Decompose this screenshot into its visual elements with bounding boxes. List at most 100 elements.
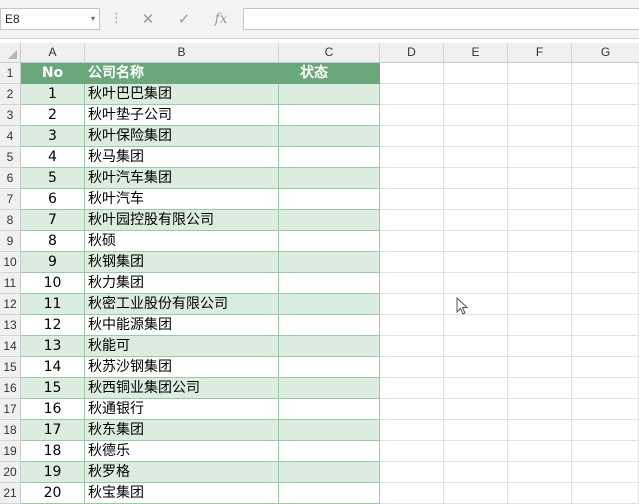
row-header[interactable]: 1: [0, 63, 21, 84]
empty-cell[interactable]: [380, 420, 444, 441]
empty-cell[interactable]: [380, 189, 444, 210]
row-header[interactable]: 21: [0, 483, 21, 504]
empty-cell[interactable]: [508, 105, 572, 126]
row-header[interactable]: 8: [0, 210, 21, 231]
cell-company[interactable]: 秋能可: [85, 336, 279, 357]
empty-cell[interactable]: [380, 105, 444, 126]
row-header[interactable]: 19: [0, 441, 21, 462]
empty-cell[interactable]: [572, 231, 639, 252]
cell-company[interactable]: 秋叶巴巴集团: [85, 84, 279, 105]
chevron-down-icon[interactable]: ▾: [91, 9, 95, 29]
cell-no[interactable]: 5: [21, 168, 85, 189]
empty-cell[interactable]: [572, 189, 639, 210]
cell-status[interactable]: [279, 294, 380, 315]
empty-cell[interactable]: [380, 357, 444, 378]
cell-company[interactable]: 秋苏沙钢集团: [85, 357, 279, 378]
empty-cell[interactable]: [380, 147, 444, 168]
empty-cell[interactable]: [508, 420, 572, 441]
empty-cell[interactable]: [380, 336, 444, 357]
empty-cell[interactable]: [444, 336, 508, 357]
row-header[interactable]: 11: [0, 273, 21, 294]
empty-cell[interactable]: [508, 399, 572, 420]
empty-cell[interactable]: [508, 252, 572, 273]
empty-cell[interactable]: [572, 126, 639, 147]
row-header[interactable]: 17: [0, 399, 21, 420]
empty-cell[interactable]: [380, 399, 444, 420]
enter-icon[interactable]: ✓: [171, 9, 197, 29]
cell-no[interactable]: 9: [21, 252, 85, 273]
empty-cell[interactable]: [380, 168, 444, 189]
empty-cell[interactable]: [508, 483, 572, 504]
insert-function-icon[interactable]: fx: [208, 9, 234, 29]
empty-cell[interactable]: [508, 336, 572, 357]
cell-company[interactable]: 秋东集团: [85, 420, 279, 441]
column-header-e[interactable]: E: [444, 43, 508, 62]
cell-no[interactable]: 4: [21, 147, 85, 168]
empty-cell[interactable]: [444, 483, 508, 504]
empty-cell[interactable]: [444, 420, 508, 441]
empty-cell[interactable]: [508, 231, 572, 252]
column-header-f[interactable]: F: [508, 43, 572, 62]
row-header[interactable]: 6: [0, 168, 21, 189]
cell-status[interactable]: [279, 357, 380, 378]
empty-cell[interactable]: [444, 168, 508, 189]
cell-no[interactable]: 12: [21, 315, 85, 336]
row-header[interactable]: 4: [0, 126, 21, 147]
empty-cell[interactable]: [508, 378, 572, 399]
row-header[interactable]: 2: [0, 84, 21, 105]
empty-cell[interactable]: [572, 210, 639, 231]
empty-cell[interactable]: [508, 147, 572, 168]
cell-no[interactable]: 2: [21, 105, 85, 126]
row-header[interactable]: 3: [0, 105, 21, 126]
cell-company[interactable]: 秋密工业股份有限公司: [85, 294, 279, 315]
cell-company[interactable]: 秋马集团: [85, 147, 279, 168]
empty-cell[interactable]: [508, 441, 572, 462]
empty-cell[interactable]: [508, 273, 572, 294]
cell-status[interactable]: [279, 483, 380, 504]
cell-status[interactable]: [279, 231, 380, 252]
cell-status[interactable]: [279, 399, 380, 420]
empty-cell[interactable]: [508, 168, 572, 189]
cell-status[interactable]: [279, 147, 380, 168]
name-box[interactable]: E8 ▾: [0, 8, 100, 30]
cell-company[interactable]: 秋罗格: [85, 462, 279, 483]
cell-company[interactable]: 秋西铜业集团公司: [85, 378, 279, 399]
empty-cell[interactable]: [380, 252, 444, 273]
column-header-g[interactable]: G: [572, 43, 639, 62]
cell-company[interactable]: 秋叶保险集团: [85, 126, 279, 147]
cell-no[interactable]: 14: [21, 357, 85, 378]
cell-company[interactable]: 秋宝集团: [85, 483, 279, 504]
empty-cell[interactable]: [444, 126, 508, 147]
empty-cell[interactable]: [508, 84, 572, 105]
cell-no[interactable]: 8: [21, 231, 85, 252]
empty-cell[interactable]: [380, 231, 444, 252]
row-header[interactable]: 20: [0, 462, 21, 483]
cell-no[interactable]: 10: [21, 273, 85, 294]
row-header[interactable]: 5: [0, 147, 21, 168]
cell-status[interactable]: [279, 168, 380, 189]
column-header-b[interactable]: B: [85, 43, 279, 62]
empty-cell[interactable]: [380, 483, 444, 504]
empty-cell[interactable]: [380, 378, 444, 399]
empty-cell[interactable]: [572, 462, 639, 483]
cell-status[interactable]: [279, 84, 380, 105]
empty-cell[interactable]: [444, 189, 508, 210]
empty-cell[interactable]: [572, 147, 639, 168]
empty-cell[interactable]: [380, 273, 444, 294]
cell-no[interactable]: 6: [21, 189, 85, 210]
cell-status[interactable]: [279, 441, 380, 462]
empty-cell[interactable]: [508, 126, 572, 147]
empty-cell[interactable]: [380, 63, 444, 84]
empty-cell[interactable]: [572, 294, 639, 315]
empty-cell[interactable]: [508, 210, 572, 231]
row-header[interactable]: 12: [0, 294, 21, 315]
empty-cell[interactable]: [572, 273, 639, 294]
empty-cell[interactable]: [444, 84, 508, 105]
row-header[interactable]: 14: [0, 336, 21, 357]
cell-status[interactable]: [279, 252, 380, 273]
cell-no[interactable]: 15: [21, 378, 85, 399]
cell-no[interactable]: 16: [21, 399, 85, 420]
empty-cell[interactable]: [444, 294, 508, 315]
empty-cell[interactable]: [572, 84, 639, 105]
cell-company[interactable]: 秋叶园控股有限公司: [85, 210, 279, 231]
